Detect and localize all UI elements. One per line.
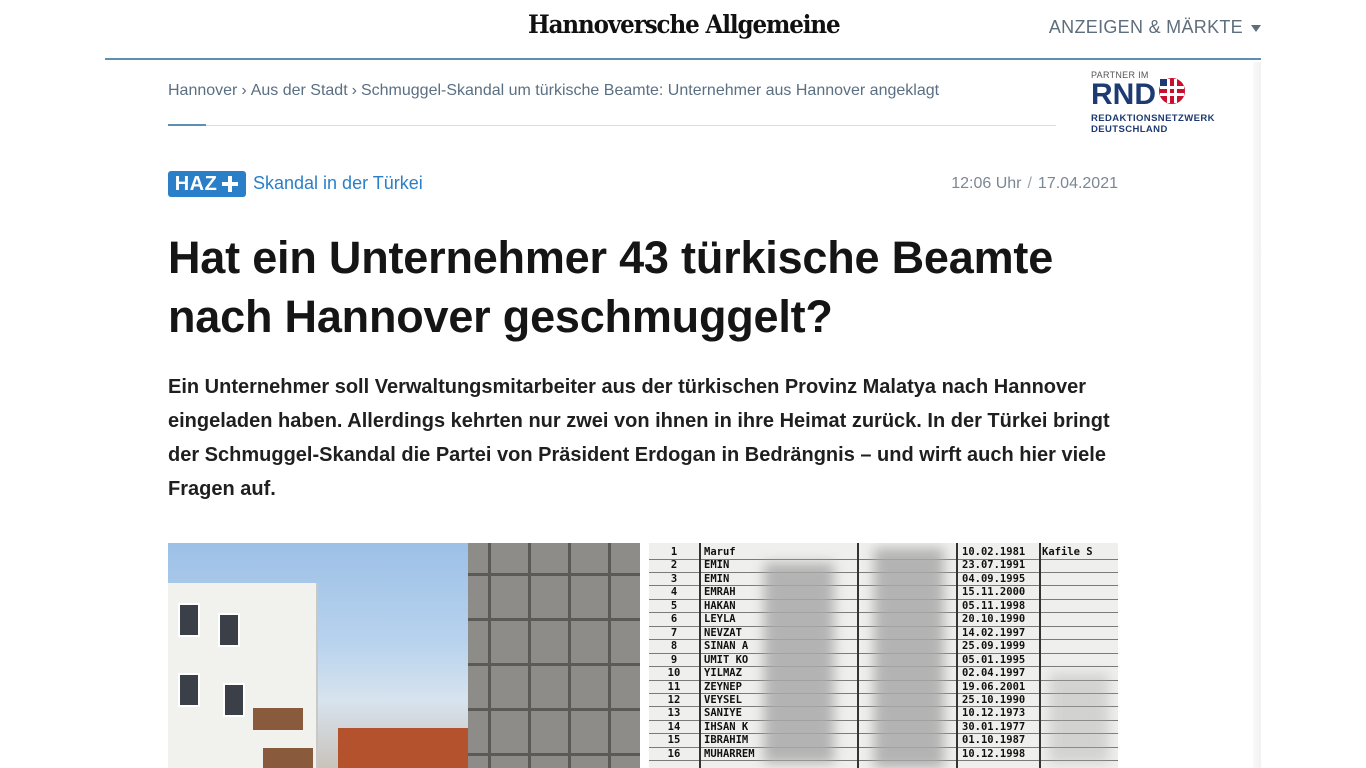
doc-row-date: 25.10.1990: [962, 693, 1026, 706]
article-meta-row: HAZ Skandal in der Türkei 12:06 Uhr / 17.0…: [168, 171, 1118, 199]
article-timestamp: 12:06 Uhr / 17.04.2021: [951, 175, 1118, 193]
doc-column-line: [857, 543, 859, 768]
blurred-stamp: [1049, 673, 1109, 763]
doc-column-line: [699, 543, 701, 768]
doc-row-date: 02.04.1997: [962, 667, 1026, 680]
haz-plus-badge[interactable]: HAZ: [168, 171, 246, 197]
plus-icon: [221, 175, 239, 193]
doc-row-number: 5: [670, 599, 678, 612]
doc-row-date: 25.09.1999: [962, 640, 1026, 653]
blurred-details: [874, 548, 944, 768]
article-kicker[interactable]: Skandal in der Türkei: [253, 173, 423, 194]
doc-row-number: 4: [670, 586, 678, 599]
doc-row-number: 9: [670, 653, 678, 666]
rnd-subline-1: REDAKTIONSNETZWERK: [1091, 113, 1215, 124]
site-header: Hannoversche Allgemeine ANZEIGEN & MÄRKT…: [105, 0, 1261, 60]
doc-row-date: 14.02.1997: [962, 626, 1026, 639]
ads-markets-label: ANZEIGEN & MÄRKTE: [1048, 17, 1243, 37]
article-hero-image[interactable]: 16 MUHARREM 10.12.1998 15 IBRAHIM 01.10.1987 1…: [168, 543, 1118, 768]
doc-row-number: 13: [667, 707, 681, 720]
doc-row-date: 15.11.2000: [962, 586, 1026, 599]
doc-row-date: 05.01.1995: [962, 653, 1026, 666]
site-logo[interactable]: Hannoversche Allgemeine: [528, 10, 841, 39]
breadcrumb-item-current: Schmuggel-Skandal um türkische Beamte: U…: [360, 82, 940, 99]
doc-row-number: 7: [670, 626, 678, 639]
doc-row-name: Maruf: [704, 546, 736, 558]
building-photo: [168, 543, 640, 768]
scaffolding: [468, 543, 640, 768]
ads-markets-menu[interactable]: ANZEIGEN & MÄRKTE: [1049, 17, 1261, 38]
haz-badge-text: HAZ: [174, 172, 218, 195]
doc-row-number: 6: [670, 613, 678, 626]
doc-row-date: 04.09.1995: [962, 572, 1026, 585]
doc-row-number: 8: [670, 640, 678, 653]
rnd-wordmark: RND: [1091, 78, 1156, 111]
doc-row-extra: Kafile S: [1042, 546, 1093, 558]
breadcrumb-item-hannover[interactable]: Hannover: [168, 82, 237, 99]
doc-row-number: 14: [667, 720, 681, 733]
rnd-grid-icon: [1158, 77, 1186, 109]
doc-row-date: 23.07.1991: [962, 559, 1026, 572]
doc-column-line: [1039, 543, 1041, 768]
doc-row-date: 30.01.1977: [962, 720, 1026, 733]
doc-row-date: 10.12.1973: [962, 707, 1026, 720]
doc-row-date: 19.06.2001: [962, 680, 1026, 693]
caret-down-icon: [1251, 25, 1261, 32]
doc-row-date: 01.10.1987: [962, 734, 1026, 747]
article-teaser: Ein Unternehmer soll Verwaltungsmitarbei…: [168, 376, 1110, 500]
house-facade: [168, 583, 318, 768]
doc-row-number: 12: [667, 693, 681, 706]
blurred-surnames: [764, 563, 834, 763]
doc-row-date: 20.10.1990: [962, 613, 1026, 626]
article-headline: Hat ein Unternehmer 43 türkische Beamte …: [168, 232, 1054, 342]
doc-row-number: 3: [670, 572, 678, 585]
breadcrumb: Hannover › Aus der Stadt › Schmuggel-Skandal…: [168, 82, 1056, 126]
doc-row-date: 05.11.1998: [962, 599, 1026, 612]
doc-column-line: [956, 543, 958, 768]
image-divider: [640, 543, 649, 768]
breadcrumb-separator: ›: [241, 82, 247, 99]
breadcrumb-separator: ›: [351, 82, 357, 99]
rnd-partner-logo[interactable]: PARTNER IM RND REDAKTIONSNETZWERK DEUTSC…: [1091, 70, 1231, 142]
doc-row-number: 2: [670, 559, 678, 572]
doc-row-date: 10.02.1981: [962, 546, 1026, 558]
doc-row-number: 16: [667, 747, 681, 760]
doc-row-number: 11: [667, 680, 681, 693]
doc-row-number: 15: [667, 734, 681, 747]
article-date: 17.04.2021: [1037, 175, 1118, 192]
doc-row-number: 1: [670, 546, 678, 558]
content-column-edge: [1253, 62, 1261, 768]
doc-row-date: 10.12.1998: [962, 747, 1026, 760]
date-separator: /: [1027, 175, 1032, 192]
article-time: 12:06 Uhr: [951, 175, 1022, 192]
breadcrumb-accent-line: [168, 124, 206, 126]
doc-row-number: 10: [667, 667, 681, 680]
rnd-subline-2: DEUTSCHLAND: [1091, 124, 1168, 135]
name-list-document: 16 MUHARREM 10.12.1998 15 IBRAHIM 01.10.1987 1…: [649, 543, 1118, 768]
breadcrumb-item-aus-der-stadt[interactable]: Aus der Stadt: [251, 82, 348, 99]
